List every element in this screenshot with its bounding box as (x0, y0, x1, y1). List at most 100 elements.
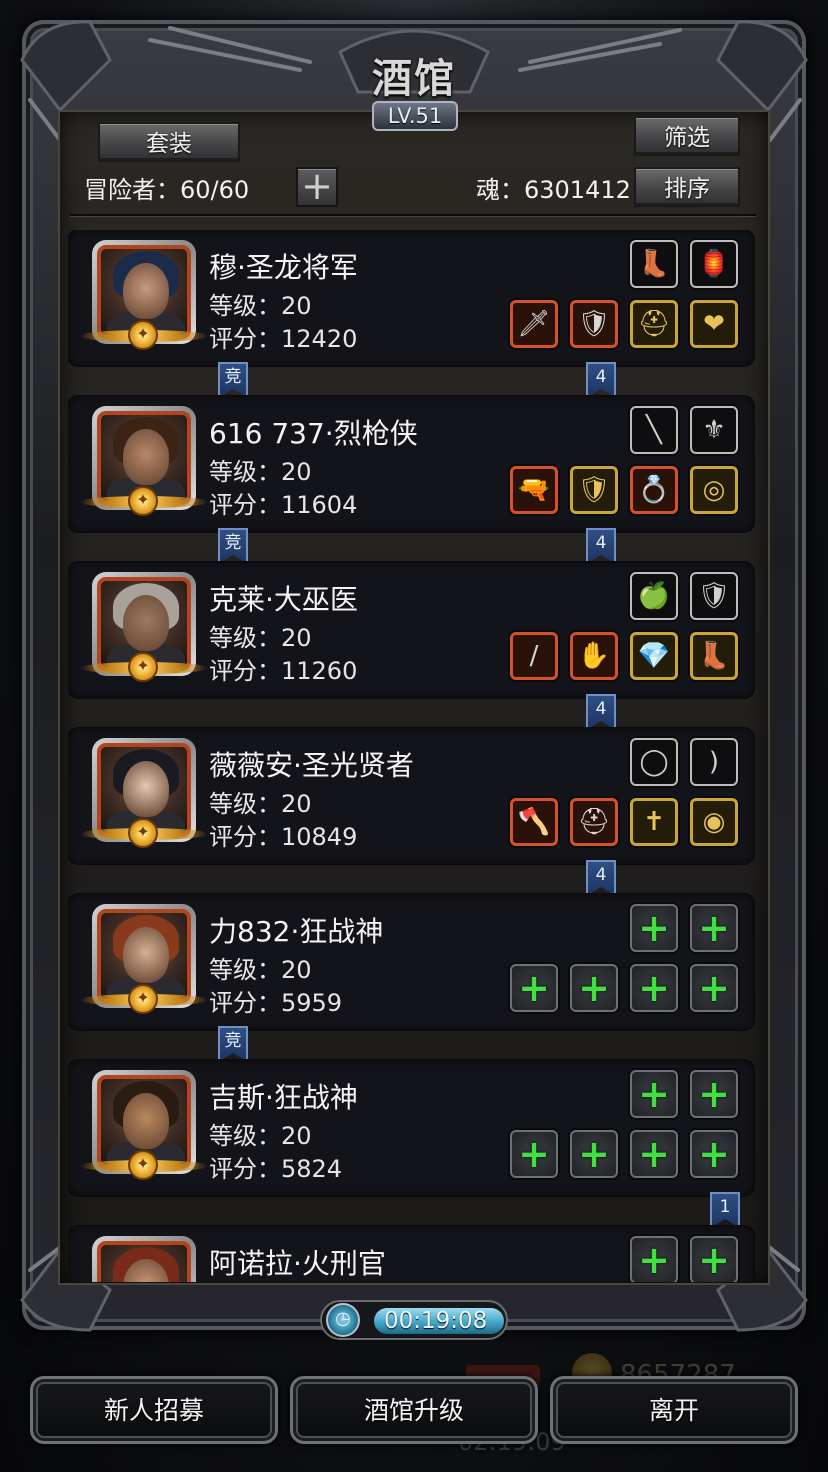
plus-icon: + (698, 1238, 730, 1282)
equipment-slot[interactable]: ⛑ (570, 798, 618, 846)
clock-icon: ◷ (326, 1303, 360, 1337)
hero-list[interactable]: ✦ 穆·圣龙将军 等级：20 评分：12420 👢 🏮 🗡 🛡 ⛑ ❤ 竞 4 ✦ 616 737·烈枪侠… (68, 230, 758, 1282)
glove-icon: ✋ (577, 641, 611, 671)
empty-equipment-slot[interactable]: + (690, 1130, 738, 1178)
empty-equipment-slot[interactable]: + (690, 1070, 738, 1118)
hero-card[interactable]: ✦ 薇薇安·圣光贤者 等级：20 评分：10849 ◯) 🪓 ⛑ ✝ ◉ (68, 728, 754, 864)
equipment-slot[interactable]: ◯ (630, 738, 678, 786)
set-count-tag: 4 (586, 362, 616, 398)
set-count-tag: 1 (710, 1192, 740, 1228)
equipment-slot[interactable]: 🍏 (630, 572, 678, 620)
soul-amount: 魂：6301412 (476, 176, 631, 204)
hero-card[interactable]: ✦ 616 737·烈枪侠 等级：20 评分：11604 ╲ ⚜ 🔫 🛡 💍 ◎ (68, 396, 754, 532)
empty-equipment-slot[interactable]: + (570, 1130, 618, 1178)
plus-icon: + (698, 966, 730, 1010)
chestplate-icon: 🛡 (577, 475, 611, 505)
bracelet-icon: ◎ (702, 475, 726, 505)
filter-button[interactable]: 筛选 (634, 116, 740, 156)
sort-button[interactable]: 排序 (634, 167, 740, 207)
avatar-face (123, 263, 169, 319)
equipment-slot[interactable]: / (510, 632, 558, 680)
equipment-slot[interactable]: 🪓 (510, 798, 558, 846)
equipment-slot[interactable]: 🗡 (510, 300, 558, 348)
set-count-tag: 4 (586, 694, 616, 730)
plus-icon: + (698, 1072, 730, 1116)
set-count-tag: 4 (586, 860, 616, 896)
equipment-slot[interactable]: 👢 (630, 240, 678, 288)
tavern-level-badge: LV.51 (372, 101, 458, 131)
staff-icon: ╲ (646, 415, 662, 445)
empty-equipment-slot[interactable]: + (630, 964, 678, 1012)
hero-level: 等级：20 (209, 292, 312, 320)
empty-equipment-slot[interactable]: + (510, 964, 558, 1012)
plus-icon: + (638, 1238, 670, 1282)
empty-equipment-slot[interactable]: + (510, 1130, 558, 1178)
equipment-slot[interactable]: ⚜ (690, 406, 738, 454)
hero-card[interactable]: ✦ 穆·圣龙将军 等级：20 评分：12420 👢 🏮 🗡 🛡 ⛑ ❤ (68, 230, 754, 366)
boots-icon: 👢 (697, 641, 731, 671)
empty-equipment-slot[interactable]: + (630, 904, 678, 952)
recruit-button[interactable]: 新人招募 (30, 1376, 278, 1444)
empty-equipment-slot[interactable]: + (630, 1130, 678, 1178)
window-title: 酒馆 (372, 55, 456, 102)
equipment-slot[interactable]: 🛡 (570, 300, 618, 348)
equipment-slot[interactable]: ╲ (630, 406, 678, 454)
tavern-upgrade-button[interactable]: 酒馆升级 (290, 1376, 538, 1444)
rank-medal-icon: ✦ (128, 486, 158, 516)
equipment-slot[interactable]: 👢 (690, 632, 738, 680)
equipment-slot[interactable]: ◎ (690, 466, 738, 514)
hero-name: 克莱·大巫医 (209, 583, 358, 616)
hero-card[interactable]: ✦ 力832·狂战神 等级：20 评分：5959 + + + + + + (68, 894, 754, 1030)
gun-icon: 🔫 (517, 475, 551, 505)
add-adventurer-slot-button[interactable]: + (296, 167, 338, 207)
sword-icon: 🗡 (517, 309, 551, 339)
arena-tag: 竞 (218, 1026, 248, 1062)
equipment-slot[interactable]: ❤ (690, 300, 738, 348)
avatar (97, 1241, 191, 1282)
hero-card[interactable]: ✦ 克莱·大巫医 等级：20 评分：11260 🍏 🛡 / ✋ 💎 👢 (68, 562, 754, 698)
plus-icon: + (698, 1132, 730, 1176)
equipment-slot[interactable]: ⛑ (630, 300, 678, 348)
equipment-slot[interactable]: ✝ (630, 798, 678, 846)
empty-equipment-slot[interactable]: + (570, 964, 618, 1012)
empty-equipment-slot[interactable]: + (630, 1236, 678, 1282)
equipment-slot[interactable]: 🔫 (510, 466, 558, 514)
plus-icon: + (638, 966, 670, 1010)
equipment-slot[interactable]: 🏮 (690, 240, 738, 288)
equipment-slot[interactable]: ✋ (570, 632, 618, 680)
set-button[interactable]: 套装 (98, 122, 240, 162)
plus-icon: + (518, 966, 550, 1010)
equipment-slot[interactable]: ) (690, 738, 738, 786)
arena-tag: 竞 (218, 528, 248, 564)
apple-icon: 🍏 (637, 581, 671, 611)
armor-icon: 🛡 (577, 309, 611, 339)
equipment-slot[interactable]: 💍 (630, 466, 678, 514)
equipment-slot[interactable]: 🛡 (570, 466, 618, 514)
plus-icon: + (638, 1132, 670, 1176)
axe-icon: 🪓 (517, 807, 551, 837)
arena-tag: 竞 (218, 362, 248, 398)
helmet-icon: ⛑ (577, 807, 611, 837)
equipment-slot[interactable]: 🛡 (690, 572, 738, 620)
empty-equipment-slot[interactable]: + (630, 1070, 678, 1118)
hero-card[interactable]: ✦阿诺拉·火刑官++ (68, 1226, 754, 1282)
amulet-icon: ❤ (703, 309, 725, 339)
hero-level: 等级：20 (209, 458, 312, 486)
equipment-slot[interactable]: ◉ (690, 798, 738, 846)
ring-icon: 💍 (637, 475, 671, 505)
equipment-slot[interactable]: 💎 (630, 632, 678, 680)
empty-equipment-slot[interactable]: + (690, 904, 738, 952)
gem-icon: 💎 (637, 641, 671, 671)
rank-medal-icon: ✦ (128, 652, 158, 682)
empty-equipment-slot[interactable]: + (690, 964, 738, 1012)
leave-button[interactable]: 离开 (550, 1376, 798, 1444)
hero-card[interactable]: ✦ 吉斯·狂战神 等级：20 评分：5824 + + + + + + (68, 1060, 754, 1196)
ring-icon: ◉ (702, 807, 726, 837)
empty-equipment-slot[interactable]: + (690, 1236, 738, 1282)
rank-medal-icon: ✦ (128, 320, 158, 350)
hero-portrait[interactable] (92, 1236, 196, 1282)
shield-icon: 🛡 (697, 581, 731, 611)
hero-score: 评分：10849 (209, 823, 358, 851)
hero-level: 等级：20 (209, 624, 312, 652)
plus-icon: + (698, 906, 730, 950)
